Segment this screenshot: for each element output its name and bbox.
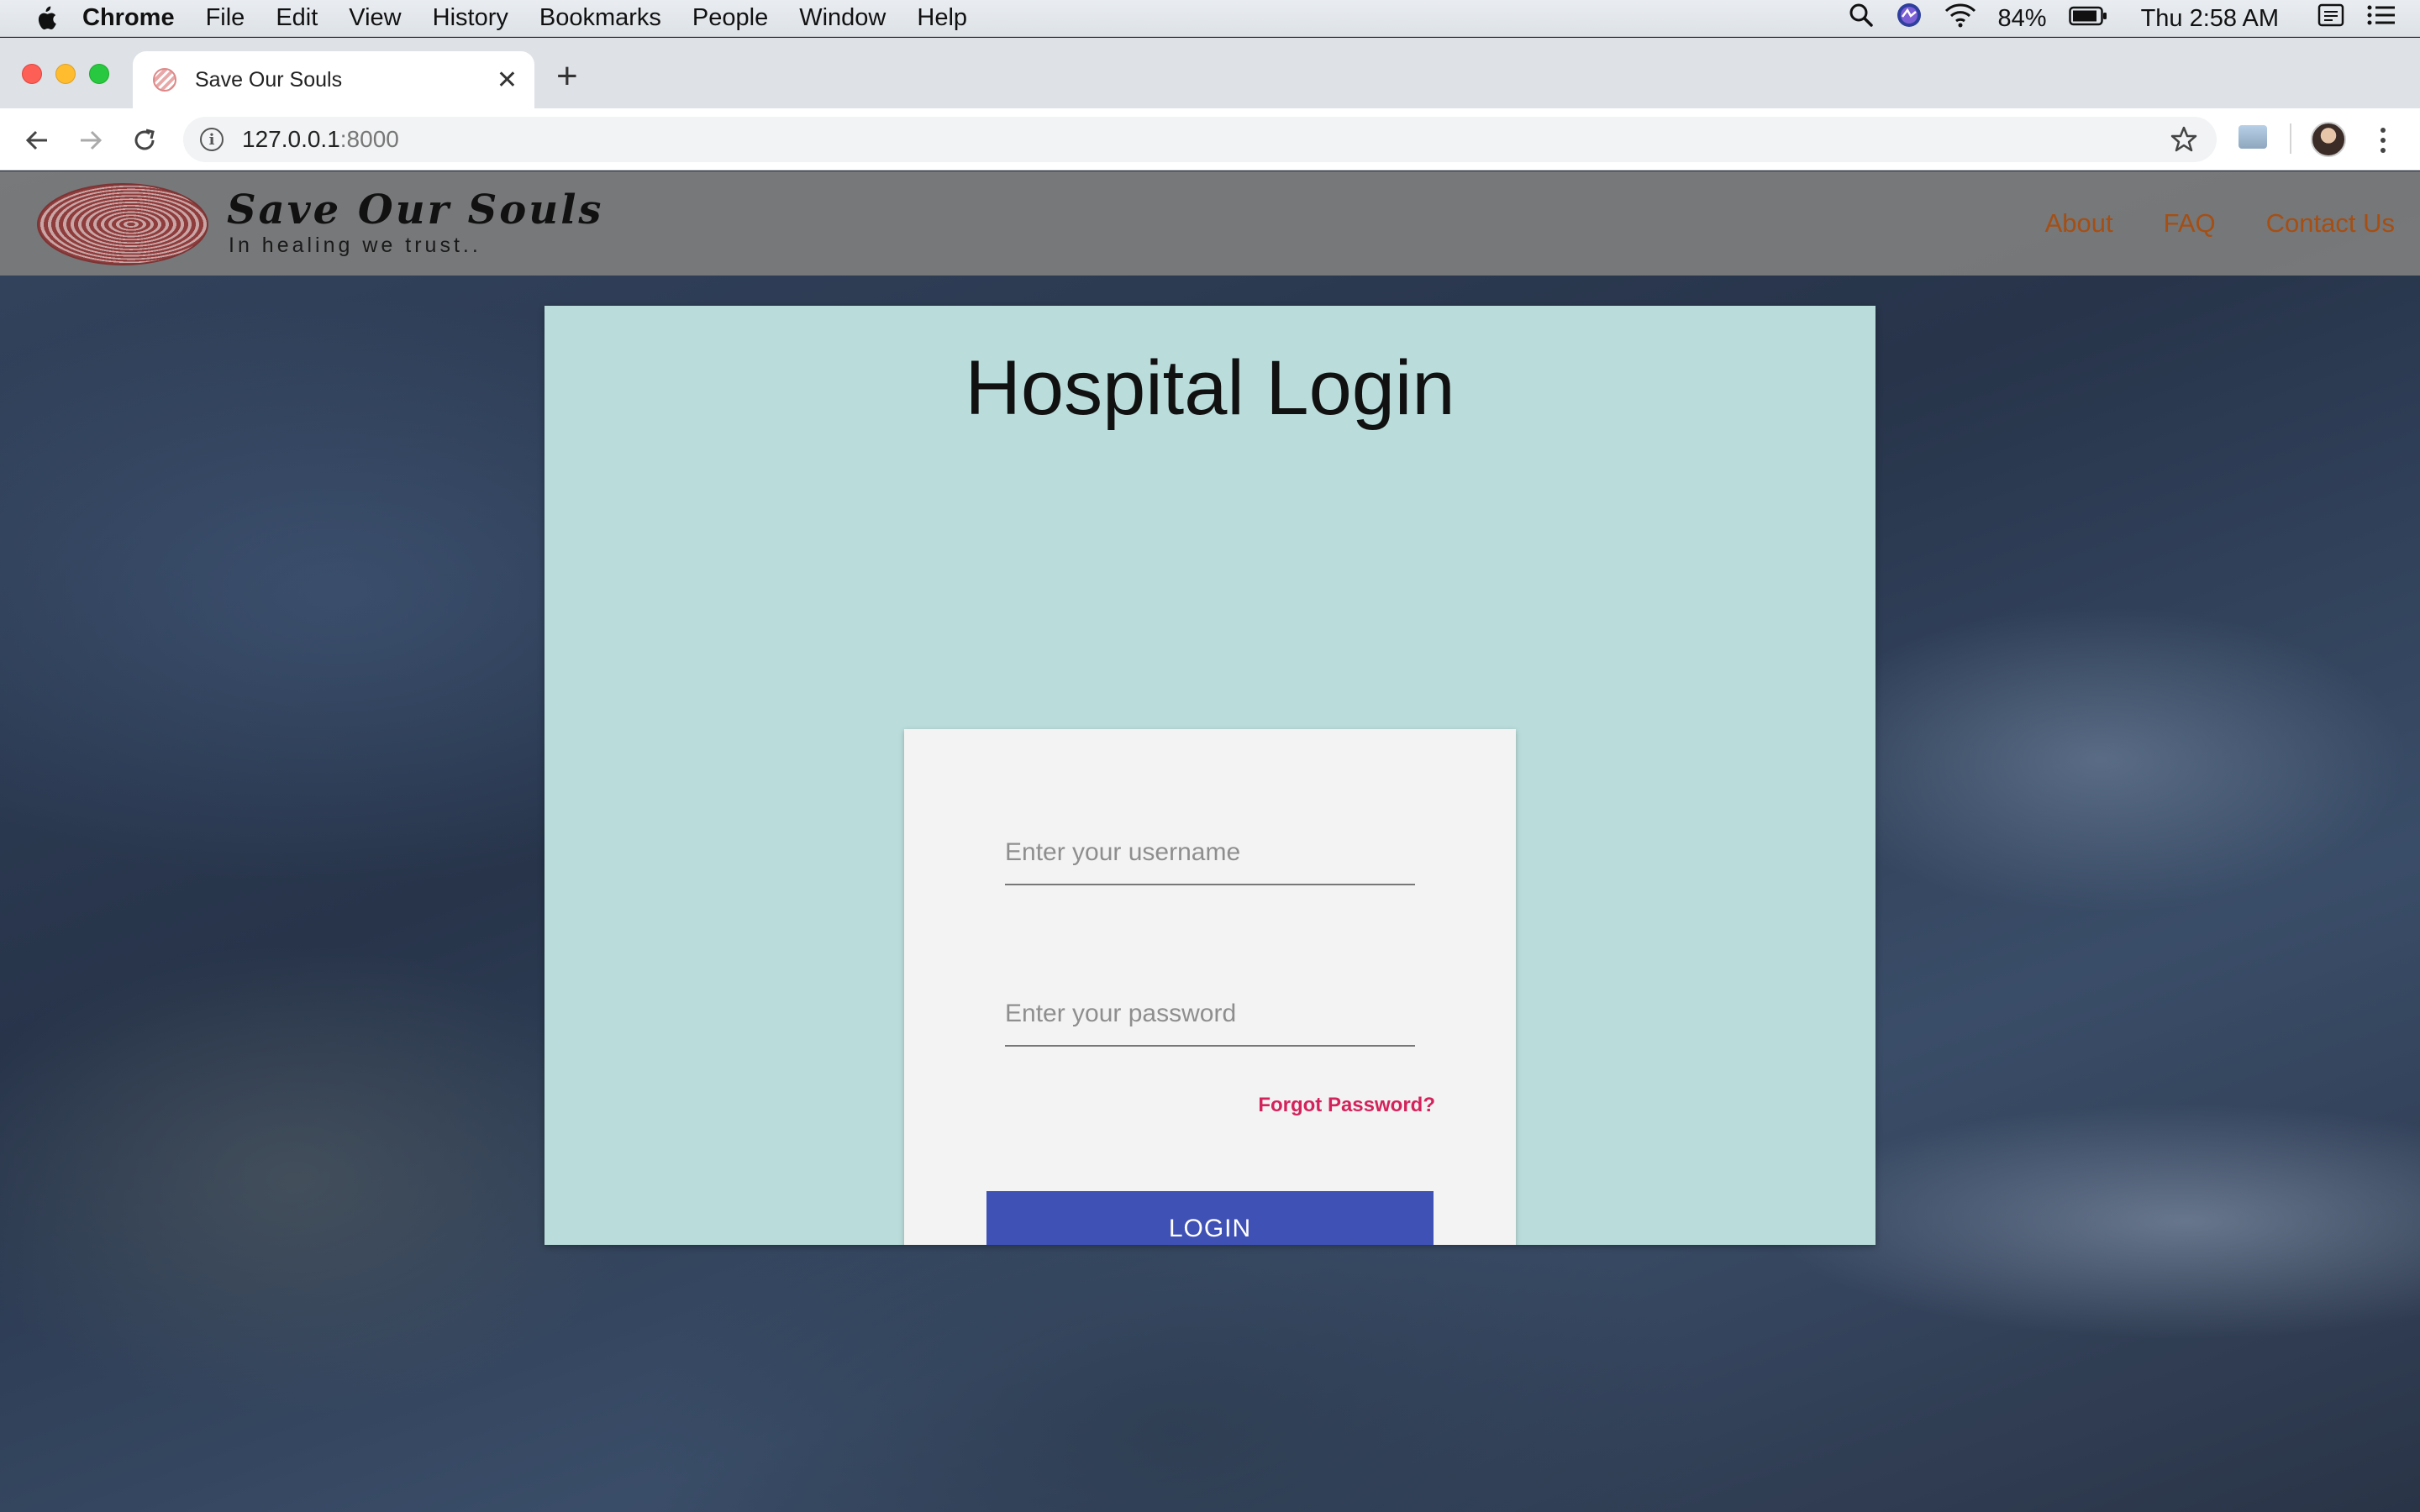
menu-bookmarks[interactable]: Bookmarks (539, 4, 661, 32)
forward-arrow-icon[interactable] (74, 123, 108, 157)
menu-file[interactable]: File (206, 4, 245, 32)
logo-title[interactable]: Save Our Souls (227, 186, 603, 234)
nav-link-about[interactable]: About (2045, 208, 2113, 239)
macos-menu-bar: Chrome File Edit View History Bookmarks … (0, 0, 2420, 37)
browser-tab-strip: Save Our Souls ✕ + (0, 38, 2420, 108)
login-panel: Hospital Login Please, login into your a… (544, 306, 1876, 1245)
forgot-password-link[interactable]: Forgot Password? (1258, 1094, 1435, 1117)
site-nav: About FAQ Contact Us (2045, 171, 2395, 276)
window-minimize-button[interactable] (55, 64, 76, 84)
browser-tab[interactable]: Save Our Souls ✕ (133, 51, 534, 108)
username-field-wrapper (1005, 827, 1415, 885)
battery-percent: 84% (1997, 4, 2047, 32)
url-port: :8000 (339, 126, 399, 152)
new-tab-icon[interactable]: + (556, 58, 578, 95)
bookmark-star-icon[interactable] (2170, 125, 2198, 158)
password-field-wrapper (1005, 988, 1415, 1047)
extension-icon[interactable] (2238, 125, 2267, 149)
login-button[interactable]: LOGIN (986, 1191, 1434, 1245)
back-arrow-icon[interactable] (20, 123, 54, 157)
reload-icon[interactable] (128, 123, 161, 157)
window-zoom-button[interactable] (89, 64, 109, 84)
menu-people[interactable]: People (692, 4, 768, 32)
menubar-clock[interactable]: Thu 2:58 AM (2141, 5, 2279, 33)
window-close-button[interactable] (22, 64, 42, 84)
url-host: 127.0.0.1 (242, 126, 340, 152)
password-input[interactable] (1005, 1000, 1415, 1028)
tab-close-icon[interactable]: ✕ (497, 66, 518, 95)
nav-link-contact[interactable]: Contact Us (2266, 208, 2395, 239)
battery-icon[interactable] (2068, 5, 2107, 33)
logo-tagline: In healing we trust.. (229, 234, 481, 257)
page-title: Hospital Login (965, 345, 1455, 431)
browser-toolbar: i 127.0.0.1 :8000 (0, 108, 2420, 171)
site-info-icon[interactable]: i (200, 128, 224, 151)
login-form: Forgot Password? LOGIN (904, 729, 1516, 1245)
site-favicon-icon (153, 68, 176, 92)
fingerprint-logo-icon[interactable] (37, 183, 208, 265)
menu-help[interactable]: Help (917, 4, 967, 32)
site-header: Save Our Souls In healing we trust.. Abo… (0, 171, 2420, 276)
spotlight-search-icon[interactable] (1849, 3, 1874, 34)
toolbar-divider (2290, 123, 2291, 154)
nav-link-faq[interactable]: FAQ (2164, 208, 2216, 239)
control-strip-icon[interactable] (2317, 3, 2344, 34)
profile-avatar[interactable] (2311, 122, 2346, 157)
menu-window[interactable]: Window (799, 4, 886, 32)
web-page: Save Our Souls In healing we trust.. Abo… (0, 171, 2420, 1512)
apple-icon[interactable] (34, 3, 59, 34)
chrome-menu-icon[interactable] (2375, 122, 2391, 159)
wifi-icon[interactable] (1944, 3, 1976, 34)
username-input[interactable] (1005, 838, 1415, 867)
menu-history[interactable]: History (433, 4, 508, 32)
siri-icon[interactable] (1896, 2, 1923, 35)
menu-view[interactable]: View (349, 4, 401, 32)
menu-edit[interactable]: Edit (276, 4, 318, 32)
notification-center-icon[interactable] (2366, 3, 2396, 34)
address-bar[interactable]: i 127.0.0.1 :8000 (183, 117, 2217, 162)
menu-app-name[interactable]: Chrome (82, 4, 175, 32)
tab-title: Save Our Souls (195, 67, 343, 92)
